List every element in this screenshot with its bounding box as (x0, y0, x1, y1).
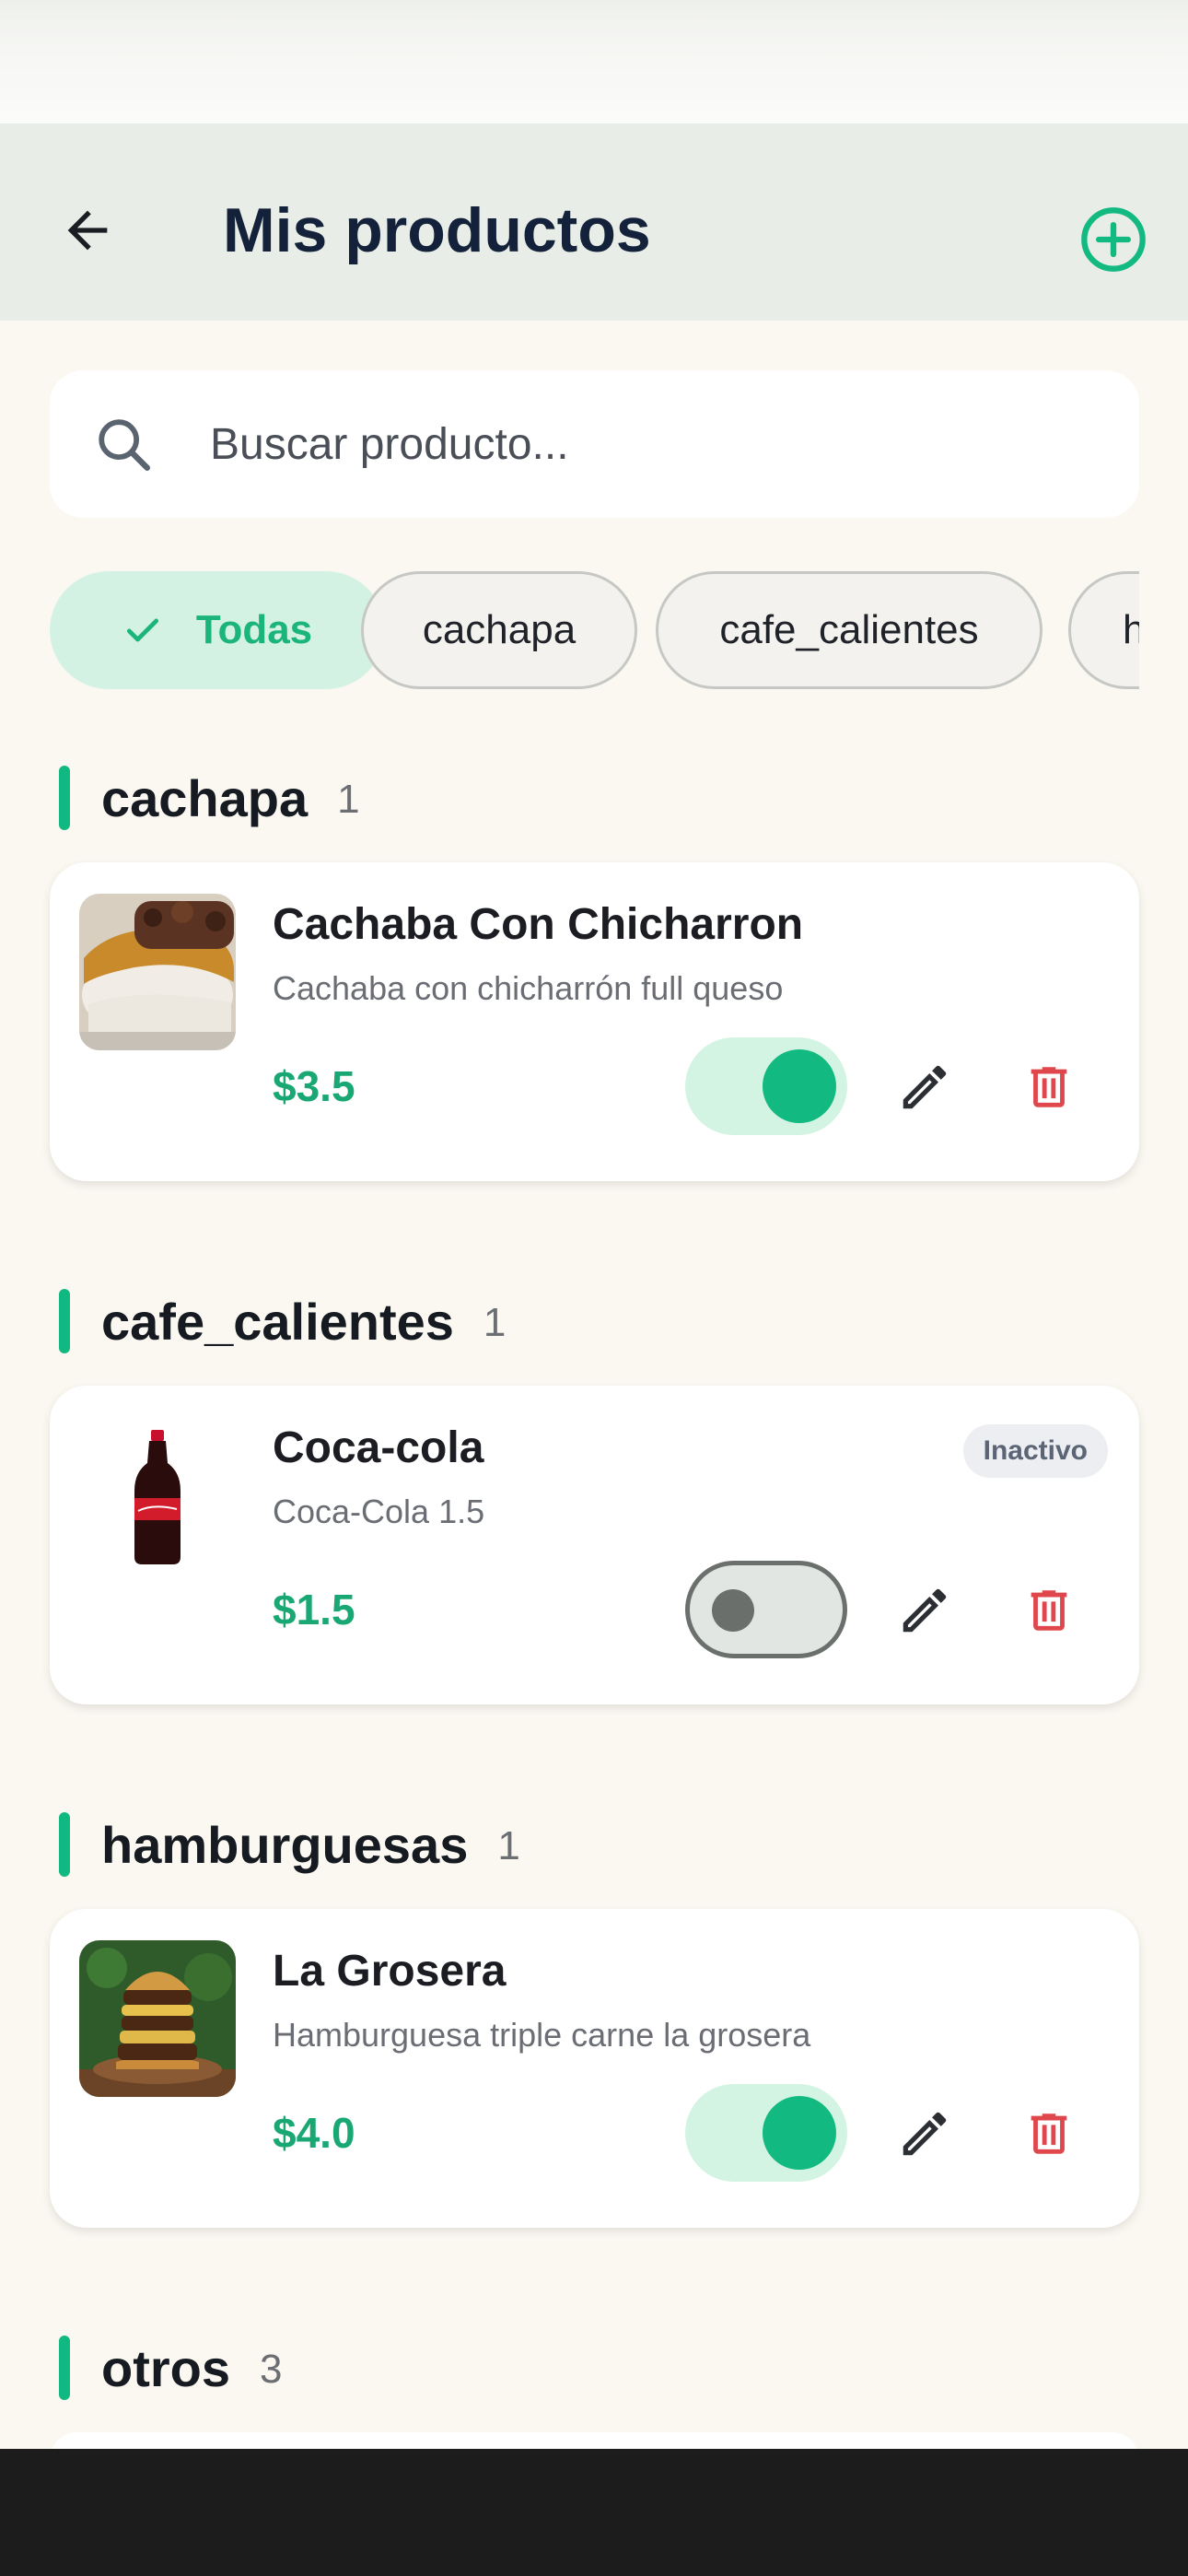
product-price: $3.5 (273, 1062, 355, 1110)
product-image (79, 1417, 236, 1574)
product-price: $4.0 (273, 2109, 355, 2157)
back-button[interactable] (46, 189, 129, 272)
status-bar (0, 0, 1188, 123)
product-card[interactable]: La Grosera Hamburguesa triple carne la g… (50, 1909, 1139, 2228)
toggle-knob (763, 1049, 836, 1123)
add-product-button[interactable] (1073, 199, 1154, 280)
section-title: cachapa (101, 768, 309, 827)
chip-cachapa[interactable]: cachapa (361, 571, 637, 689)
pencil-icon (903, 2112, 947, 2156)
delete-button[interactable] (1010, 1048, 1088, 1126)
section-title: hamburguesas (101, 1815, 469, 1874)
availability-toggle[interactable] (685, 1037, 847, 1135)
section-count: 3 (260, 2347, 283, 2392)
section-header-cafe-calientes: cafe_calientes 1 (59, 1284, 506, 1358)
trash-icon (1031, 1590, 1067, 1631)
chip-hamburguesas[interactable]: h (1068, 571, 1139, 689)
section-accent-bar (59, 2336, 70, 2400)
toggle-knob (763, 2096, 836, 2170)
arrow-left-icon (67, 210, 108, 251)
product-name: La Grosera (273, 1947, 507, 1996)
section-count: 1 (337, 777, 360, 822)
product-card[interactable]: Cachaba Con Chicharron Cachaba con chich… (50, 862, 1139, 1181)
edit-button[interactable] (886, 2095, 963, 2172)
availability-toggle[interactable] (685, 1561, 847, 1658)
section-accent-bar (59, 1289, 70, 1353)
category-filter-chips: Todas cachapa cafe_calientes h (50, 571, 1139, 691)
delete-button[interactable] (1010, 1572, 1088, 1649)
product-description: Hamburguesa triple carne la grosera (273, 2016, 811, 2054)
delete-button[interactable] (1010, 2095, 1088, 2172)
section-count: 1 (483, 1300, 507, 1345)
product-description: Coca-Cola 1.5 (273, 1493, 485, 1530)
section-count: 1 (497, 1823, 520, 1868)
chip-label: h (1123, 607, 1139, 652)
add-circle-icon (1081, 207, 1146, 272)
product-image (79, 1940, 236, 2097)
edit-button[interactable] (886, 1048, 963, 1126)
chip-label: cachapa (422, 607, 577, 652)
section-header-cachapa: cachapa 1 (59, 761, 360, 835)
product-name: Cachaba Con Chicharron (273, 900, 804, 949)
product-card[interactable]: Coca-cola Inactivo Coca-Cola 1.5 $1.5 (50, 1386, 1139, 1704)
trash-icon (1031, 2113, 1067, 2154)
availability-toggle[interactable] (685, 2084, 847, 2182)
product-image (79, 894, 236, 1050)
section-header-hamburguesas: hamburguesas 1 (59, 1808, 520, 1881)
search-bar (50, 370, 1139, 518)
chip-label: cafe_calientes (719, 607, 979, 652)
chip-cafe-calientes[interactable]: cafe_calientes (656, 571, 1042, 689)
trash-icon (1031, 1067, 1067, 1107)
toggle-knob (712, 1589, 754, 1632)
section-header-otros: otros 3 (59, 2331, 282, 2405)
section-title: otros (101, 2338, 230, 2397)
section-accent-bar (59, 766, 70, 830)
product-description: Cachaba con chicharrón full queso (273, 969, 784, 1007)
section-title: cafe_calientes (101, 1292, 454, 1351)
pencil-icon (903, 1065, 947, 1109)
product-name: Coca-cola (273, 1423, 484, 1472)
search-input[interactable] (210, 407, 1094, 481)
chip-todas[interactable]: Todas (50, 571, 385, 689)
edit-button[interactable] (886, 1572, 963, 1649)
page-title: Mis productos (223, 195, 651, 265)
check-icon (126, 618, 158, 642)
section-accent-bar (59, 1812, 70, 1877)
status-badge: Inactivo (962, 1424, 1108, 1478)
search-icon (99, 419, 150, 471)
product-price: $1.5 (273, 1586, 355, 1633)
system-navigation-bar (0, 2449, 1188, 2576)
pencil-icon (903, 1588, 947, 1633)
chip-label: Todas (195, 607, 313, 652)
